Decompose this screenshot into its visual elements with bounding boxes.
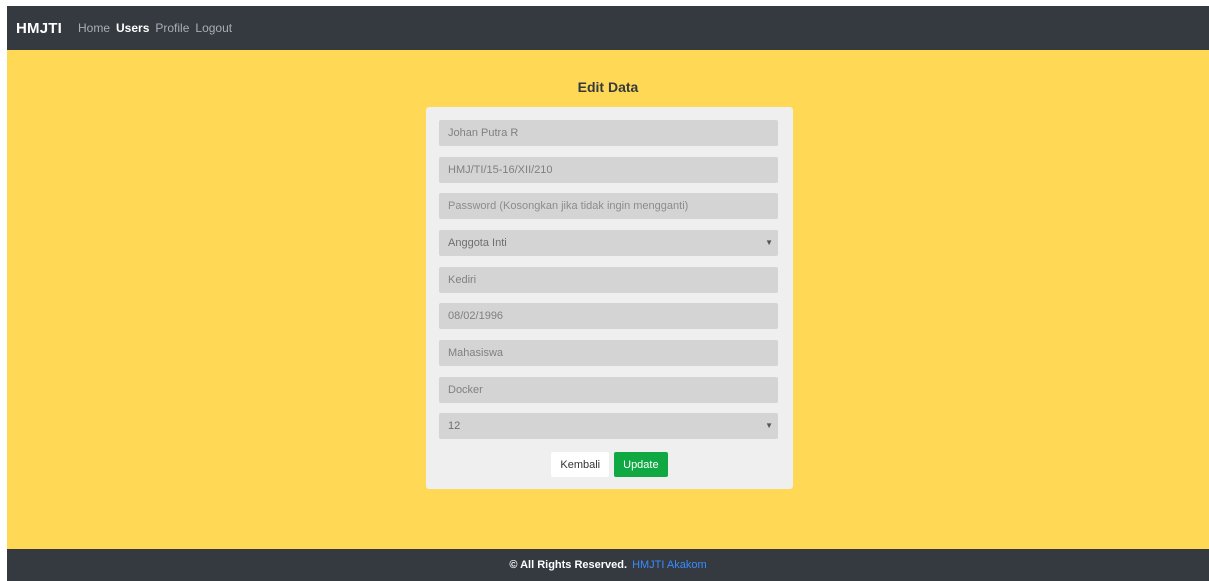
- dropdown-arrow-icon: ▼: [765, 238, 773, 247]
- member-id-input[interactable]: [439, 157, 778, 183]
- form-actions: Kembali Update: [426, 452, 793, 477]
- nav-users[interactable]: Users: [116, 21, 149, 35]
- name-input[interactable]: [439, 120, 778, 146]
- footer-link[interactable]: HMJTI Akakom: [632, 559, 707, 571]
- nav-logout[interactable]: Logout: [195, 21, 232, 35]
- page-title: Edit Data: [577, 79, 639, 95]
- role-select-value: Anggota Inti: [448, 237, 507, 249]
- password-input[interactable]: [439, 193, 778, 219]
- back-button[interactable]: Kembali: [551, 452, 610, 477]
- top-navbar: HMJTI Home Users Profile Logout: [7, 6, 1209, 50]
- brand-logo[interactable]: HMJTI: [16, 20, 62, 37]
- status-input[interactable]: [439, 340, 778, 366]
- birthdate-input[interactable]: [439, 303, 778, 329]
- role-select[interactable]: Anggota Inti ▼: [439, 230, 778, 256]
- dropdown-arrow-icon: ▼: [765, 421, 773, 430]
- number-select[interactable]: 12 ▼: [439, 413, 778, 439]
- number-select-value: 12: [448, 420, 461, 432]
- edit-form-card: Anggota Inti ▼ 12 ▼ Kembali Update: [426, 107, 793, 489]
- copyright-text: © All Rights Reserved.: [509, 559, 628, 571]
- nav-profile[interactable]: Profile: [155, 21, 189, 35]
- update-button[interactable]: Update: [614, 452, 668, 477]
- nav-home[interactable]: Home: [78, 21, 110, 35]
- skill-input[interactable]: [439, 377, 778, 403]
- birthplace-input[interactable]: [439, 267, 778, 293]
- page: HMJTI Home Users Profile Logout Edit Dat…: [7, 6, 1209, 581]
- footer: © All Rights Reserved. HMJTI Akakom: [7, 549, 1209, 581]
